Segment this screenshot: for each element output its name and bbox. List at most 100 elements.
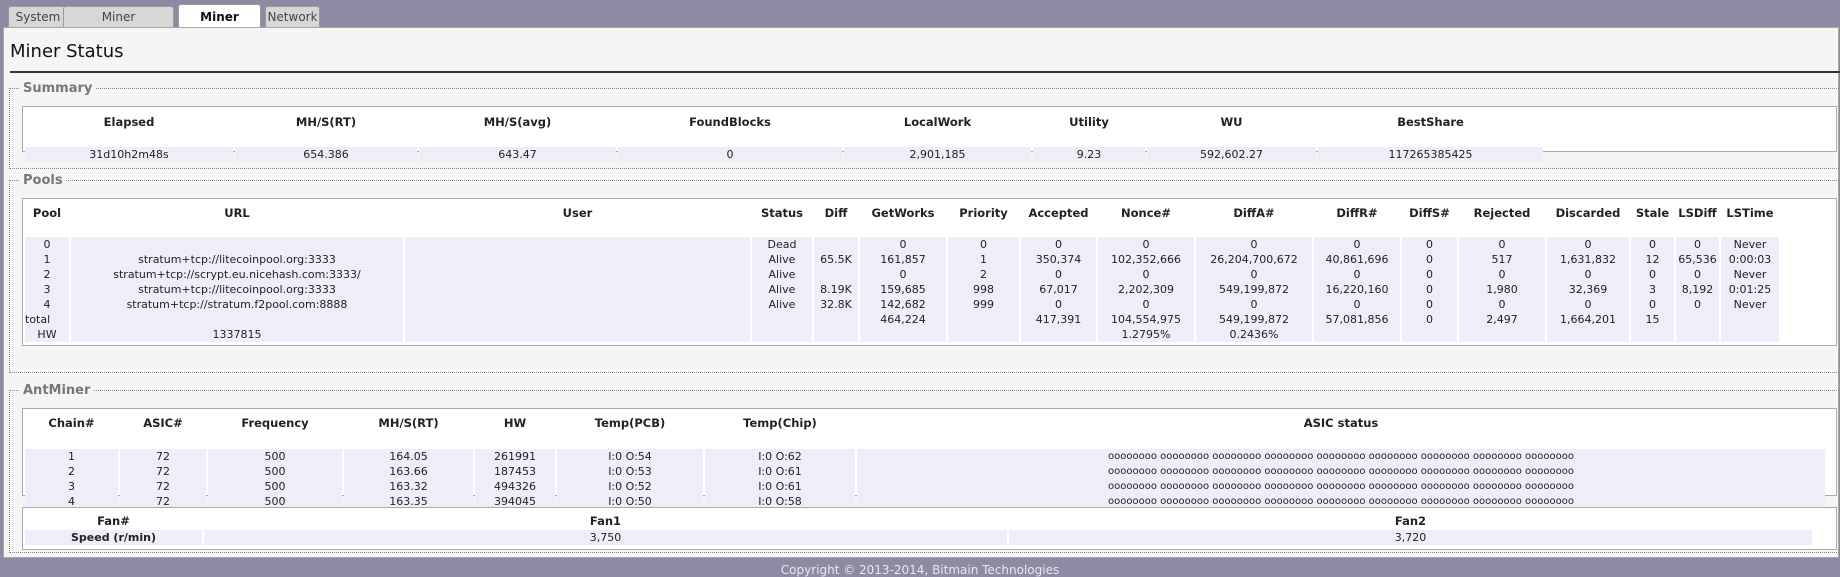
pool-cell: 1: [25, 252, 69, 267]
antminer-header: Temp(Chip): [743, 416, 817, 430]
chain-cell: 3: [25, 479, 118, 494]
pools-header: Rejected: [1473, 205, 1531, 220]
pool-cell: 0: [1402, 267, 1457, 282]
pool-cell: stratum+tcp://litecoinpool.org:3333: [71, 252, 403, 267]
pool-cell: 1337815: [71, 327, 403, 342]
pool-cell: 0: [1314, 237, 1400, 252]
pool-cell: 0: [25, 237, 69, 252]
pool-cell: 517: [1459, 252, 1545, 267]
summary-header: FoundBlocks: [689, 115, 771, 129]
pools-header: DiffA#: [1233, 205, 1275, 220]
pool-row: 3 stratum+tcp://litecoinpool.org:3333 Aliv…: [25, 282, 1779, 297]
pool-cell: 16,220,160: [1314, 282, 1400, 297]
tab-network[interactable]: Network: [265, 6, 320, 27]
antminer-section: AntMiner Chain# ASIC# Frequency MH/S(RT) HW T…: [9, 383, 1840, 553]
pools-table: Pool URL User Status Diff GetWorks Priority Acc…: [23, 203, 1781, 342]
chain-cell: 72: [120, 449, 206, 464]
pool-cell: 0:01:25: [1721, 282, 1779, 297]
chain-row: 3 72 500 163.32 494326 I:0 O:52 I:0 O:61 oooooo…: [25, 479, 1825, 494]
tab-miner-status[interactable]: Miner Status: [178, 4, 261, 48]
pool-cell: 0: [1402, 237, 1457, 252]
pool-cell: 0: [860, 237, 946, 252]
antminer-header: ASIC status: [1303, 416, 1379, 430]
pool-cell: 0.2436%: [1196, 327, 1312, 342]
fan-table: Fan# Fan1 Fan2 Speed (r/min) 3,750 3,720: [23, 512, 1814, 545]
pool-row: 0 Dead 0 0 0 0 0 0 0 0 0 0 0 Never: [25, 237, 1779, 252]
pools-header: Nonce#: [1121, 205, 1171, 220]
summary-header: BestShare: [1397, 115, 1464, 129]
chain-cell: 1: [25, 449, 118, 464]
pool-cell: [752, 327, 812, 342]
pools-header: User: [562, 205, 593, 220]
pool-cell: 0: [1021, 297, 1096, 312]
pool-cell: 0: [1098, 237, 1194, 252]
page-title: Miner Status: [10, 41, 124, 62]
pool-cell: [1402, 327, 1457, 342]
pool-cell: 15: [1631, 312, 1674, 327]
pool-cell: 1: [948, 252, 1019, 267]
chain-cell: I:0 O:52: [557, 479, 703, 494]
pool-cell: 32.8K: [814, 297, 858, 312]
summary-mhs-rt: 654.386: [235, 147, 417, 162]
summary-elapsed: 31d10h2m48s: [25, 147, 233, 162]
pool-row: HW 1337815 1.2795% 0.2436%: [25, 327, 1779, 342]
pool-cell: Never: [1721, 237, 1779, 252]
pools-header: Stale: [1635, 205, 1670, 220]
fan-box: Fan# Fan1 Fan2 Speed (r/min) 3,750 3,720: [22, 507, 1837, 550]
pool-cell: 0: [1547, 267, 1629, 282]
pool-cell: [405, 282, 750, 297]
summary-header: MH/S(RT): [295, 115, 357, 129]
pools-legend: Pools: [23, 173, 63, 188]
pools-header: GetWorks: [871, 205, 935, 220]
pool-cell: 0: [1402, 252, 1457, 267]
pool-cell: 0: [1021, 267, 1096, 282]
pools-header: Accepted: [1028, 205, 1089, 220]
pool-cell: 999: [948, 297, 1019, 312]
pool-cell: Dead: [752, 237, 812, 252]
pool-cell: 0: [1459, 297, 1545, 312]
chain-row: 2 72 500 163.66 187453 I:0 O:53 I:0 O:61 oooooo…: [25, 464, 1825, 479]
pool-cell: 3: [1631, 282, 1674, 297]
footer-copyright: Copyright © 2013-2014, Bitmain Technolog…: [780, 563, 1060, 577]
pool-cell: [860, 327, 946, 342]
pool-cell: 57,081,856: [1314, 312, 1400, 327]
antminer-legend: AntMiner: [23, 383, 91, 398]
tab-system[interactable]: System: [8, 6, 68, 27]
pool-cell: [405, 327, 750, 342]
summary-wu: 592,602.27: [1147, 147, 1316, 162]
pool-cell: stratum+tcp://scrypt.eu.nicehash.com:333…: [71, 267, 403, 282]
antminer-header: MH/S(RT): [378, 416, 439, 430]
pools-section: Pools Pool URL User Status Diff GetWorks Prior…: [9, 173, 1840, 373]
pool-cell: [1547, 327, 1629, 342]
pool-cell: total: [25, 312, 69, 327]
pools-header: DiffS#: [1409, 205, 1450, 220]
pool-cell: 12: [1631, 252, 1674, 267]
pool-cell: 0: [1547, 297, 1629, 312]
pool-cell: [1721, 327, 1779, 342]
pool-cell: 142,682: [860, 297, 946, 312]
pool-cell: [814, 327, 858, 342]
chain-cell: 72: [120, 464, 206, 479]
pool-cell: [814, 237, 858, 252]
pool-cell: Alive: [752, 267, 812, 282]
fan2-speed: 3,720: [1009, 530, 1812, 545]
pool-cell: [948, 327, 1019, 342]
pool-cell: 1.2795%: [1098, 327, 1194, 342]
summary-localwork: 2,901,185: [844, 147, 1031, 162]
chain-cell: I:0 O:54: [557, 449, 703, 464]
chain-cell: 72: [120, 479, 206, 494]
pool-cell: 0: [1196, 237, 1312, 252]
summary-bestshare: 117265385425: [1318, 147, 1543, 162]
pool-cell: 26,204,700,672: [1196, 252, 1312, 267]
pool-cell: 0: [1402, 312, 1457, 327]
pool-cell: 1,631,832: [1547, 252, 1629, 267]
pools-header: Status: [760, 205, 804, 220]
tab-miner-configuration[interactable]: Miner Configuration: [63, 6, 174, 45]
pool-cell: 32,369: [1547, 282, 1629, 297]
pool-cell: 0: [1676, 237, 1719, 252]
tab-bar: System Miner Configuration Miner Status …: [0, 0, 1840, 48]
pool-cell: 417,391: [1021, 312, 1096, 327]
pool-cell: 1,664,201: [1547, 312, 1629, 327]
fan-speed-label: Speed (r/min): [25, 530, 202, 545]
pool-cell: 65.5K: [814, 252, 858, 267]
